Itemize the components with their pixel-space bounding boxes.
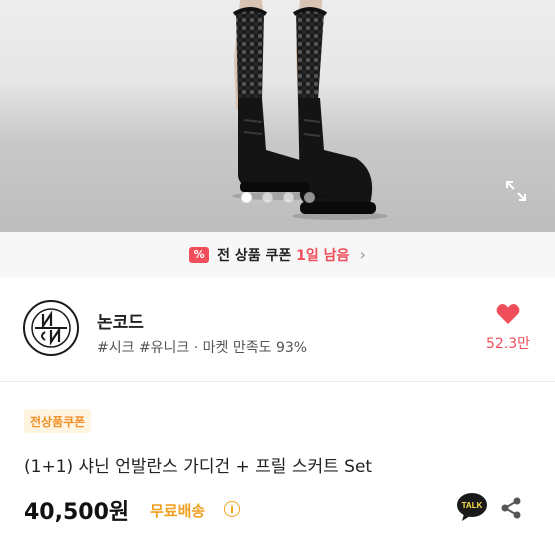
shop-logo-icon[interactable]	[23, 300, 79, 356]
coupon-percent-icon: %	[189, 246, 210, 263]
shop-info: 논코드 #시크 #유니크 · 마켓 만족도 93% 52.3만	[0, 277, 555, 380]
coupon-banner-text: 전 상품 쿠폰 1일 남음	[217, 245, 349, 265]
carousel-pagination[interactable]	[0, 192, 555, 203]
coupon-badge: 전상품쿠폰	[24, 409, 92, 433]
like-count: 52.3만	[485, 336, 531, 352]
product-image-carousel[interactable]	[0, 0, 555, 232]
product-title: (1+1) 샤닌 언발란스 가디건 + 프릴 스커트 Set	[24, 457, 373, 477]
info-icon[interactable]: i	[224, 501, 240, 517]
heart-icon	[496, 304, 520, 324]
coupon-label: 전 상품 쿠폰	[217, 247, 292, 264]
talk-label: TALK	[462, 501, 483, 510]
talk-chat-icon[interactable]: TALK	[456, 492, 488, 522]
section-divider	[0, 381, 555, 382]
free-shipping-label: 무료배송	[150, 502, 206, 520]
carousel-dot[interactable]	[261, 192, 273, 203]
carousel-dot[interactable]	[303, 192, 315, 203]
share-icon[interactable]	[500, 496, 522, 520]
carousel-dot[interactable]	[282, 192, 294, 203]
coupon-banner[interactable]: % 전 상품 쿠폰 1일 남음 ›	[0, 232, 555, 277]
like-button[interactable]: 52.3만	[478, 303, 538, 353]
expand-icon[interactable]	[503, 178, 529, 204]
product-price: 40,500원	[24, 500, 130, 525]
shop-name[interactable]: 논코드	[97, 308, 144, 333]
chevron-right-icon: ›	[359, 245, 366, 264]
coupon-days-left: 1일 남음	[296, 247, 350, 264]
carousel-dot[interactable]	[240, 192, 252, 203]
shop-tags: #시크 #유니크 · 마켓 만족도 93%	[97, 340, 308, 356]
